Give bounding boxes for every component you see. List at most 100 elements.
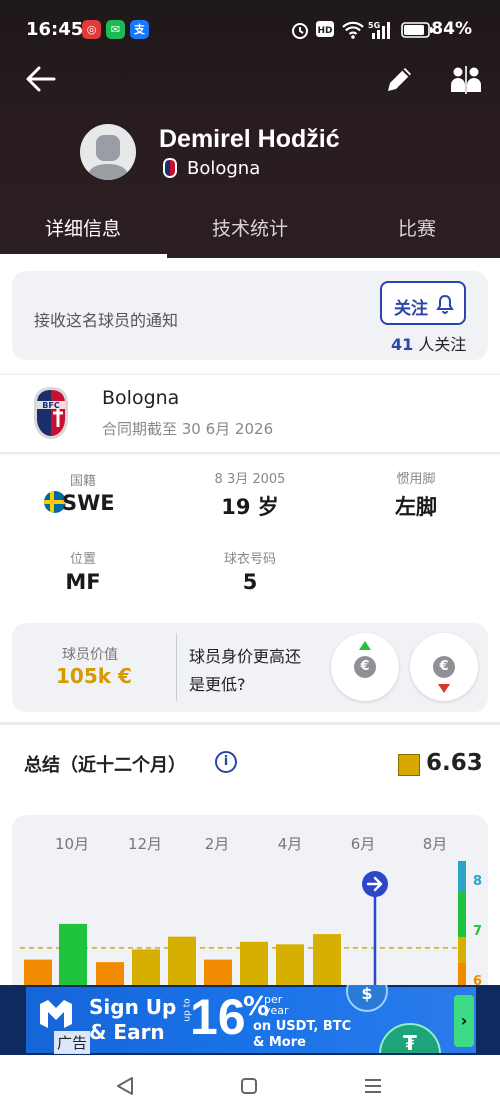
club-name: Bologna bbox=[102, 387, 180, 409]
ad-logo-icon bbox=[40, 1000, 72, 1028]
alarm-icon bbox=[292, 23, 308, 39]
ad-percent-value: 16 bbox=[190, 989, 246, 1045]
follow-label: 关注 bbox=[394, 299, 428, 319]
y-scale-label: 6 bbox=[473, 974, 482, 985]
tether-coin-icon: ₮ bbox=[379, 1023, 441, 1053]
shirt-number-value: 5 bbox=[242, 570, 258, 594]
ad-signup-text: Sign Up bbox=[89, 995, 177, 1019]
tab-details[interactable]: 详细信息 bbox=[0, 214, 166, 241]
follow-button[interactable]: 关注 bbox=[380, 281, 466, 325]
value-question-line2: 是更低? bbox=[189, 675, 246, 694]
edit-pencil-icon[interactable] bbox=[384, 63, 416, 95]
age-value: 19 岁 bbox=[221, 495, 279, 519]
followers-number: 41 bbox=[391, 335, 414, 354]
bologna-crest-icon bbox=[163, 158, 177, 178]
profile-tabs: 详细信息 技术统计 比赛 bbox=[0, 206, 500, 258]
x-tick-label: 2月 bbox=[205, 835, 230, 853]
svg-text:$: $ bbox=[361, 985, 372, 1003]
weibo-icon: ◎ bbox=[82, 20, 101, 39]
ad-tag: 广告 bbox=[54, 1031, 91, 1054]
vote-lower-button[interactable]: € bbox=[410, 633, 478, 701]
y-scale-label: 8 bbox=[473, 874, 482, 889]
preferred-foot-value: 左脚 bbox=[395, 495, 437, 519]
preferred-foot-label: 惯用脚 bbox=[396, 472, 436, 487]
svg-text:BFC: BFC bbox=[42, 401, 60, 410]
player-club: Bologna bbox=[187, 158, 261, 179]
rating-bar bbox=[168, 936, 196, 985]
position-label: 位置 bbox=[69, 552, 96, 567]
x-tick-label: 12月 bbox=[128, 835, 162, 853]
nav-home-icon[interactable] bbox=[240, 1077, 258, 1095]
wifi-icon bbox=[342, 21, 364, 39]
ad-year-text: year bbox=[264, 1004, 289, 1017]
rating-bar bbox=[59, 923, 87, 985]
position-value: MF bbox=[65, 570, 101, 594]
ad-more-text: & More bbox=[253, 1035, 306, 1050]
scale-segment bbox=[458, 861, 466, 891]
rating-bar bbox=[276, 944, 304, 985]
value-divider bbox=[176, 633, 177, 701]
signal-icon: 5G bbox=[368, 21, 390, 39]
rating-bar bbox=[24, 959, 52, 985]
ad-usdt-text: on USDT, BTC bbox=[253, 1019, 352, 1034]
summary-title: 总结（近十二个月） bbox=[24, 755, 186, 776]
arrow-down-icon bbox=[438, 684, 450, 693]
tab-matches[interactable]: 比赛 bbox=[334, 214, 500, 241]
status-bar: 16:45 ◎ ✉ 支 HD 5G 84% bbox=[0, 0, 500, 60]
rating-bar bbox=[132, 949, 160, 985]
euro-icon: € bbox=[354, 656, 376, 678]
nationality-label: 国籍 bbox=[69, 474, 96, 489]
nav-recents-icon[interactable] bbox=[364, 1077, 382, 1095]
ad-percent: 16 bbox=[190, 988, 246, 1046]
notification-text: 接收这名球员的通知 bbox=[34, 311, 179, 330]
tab-stats[interactable]: 技术统计 bbox=[167, 214, 333, 241]
shirt-number-label: 球衣号码 bbox=[223, 552, 276, 567]
rating-bar bbox=[204, 959, 232, 985]
rating-chart: 10月 12月 2月 4月 6月 8月 8 7 6 bbox=[20, 835, 482, 985]
scale-segment bbox=[458, 891, 466, 937]
nav-back-icon[interactable] bbox=[116, 1076, 134, 1096]
vote-higher-button[interactable]: € bbox=[331, 633, 399, 701]
rating-bar bbox=[313, 934, 341, 985]
player-avatar bbox=[80, 124, 136, 180]
divider bbox=[0, 452, 500, 453]
y-scale-label: 7 bbox=[473, 924, 482, 939]
alipay-icon: 支 bbox=[130, 20, 149, 39]
followers-count: 41 人关注 bbox=[391, 331, 466, 355]
average-rating: 6.63 bbox=[426, 750, 483, 776]
hd-icon: HD bbox=[316, 21, 334, 37]
ad-go-button[interactable]: › bbox=[454, 995, 474, 1047]
battery-level: 84% bbox=[431, 19, 472, 39]
arrow-up-icon bbox=[359, 641, 371, 650]
euro-icon: € bbox=[433, 656, 455, 678]
value-question: 球员身价更高还 是更低? bbox=[189, 643, 301, 699]
system-nav-bar bbox=[0, 1055, 500, 1117]
ad-earn-text: & Earn bbox=[89, 1020, 165, 1044]
scale-segment bbox=[458, 963, 466, 985]
battery-icon bbox=[401, 22, 433, 38]
nationality-value: SWE bbox=[62, 491, 115, 515]
svg-text:HD: HD bbox=[317, 26, 332, 36]
status-time: 16:45 bbox=[26, 19, 84, 40]
contract-expiry: 合同期截至 30 6月 2026 bbox=[102, 420, 274, 438]
svg-text:5G: 5G bbox=[368, 21, 380, 30]
value-question-line1: 球员身价更高还 bbox=[189, 647, 302, 666]
club-card[interactable] bbox=[0, 375, 500, 453]
info-icon[interactable]: i bbox=[215, 751, 237, 773]
rating-bar bbox=[96, 962, 124, 985]
back-arrow-icon[interactable] bbox=[24, 64, 58, 94]
avatar-placeholder-icon bbox=[86, 135, 130, 180]
birth-date: 8 3月 2005 bbox=[214, 472, 286, 487]
x-tick-label: 8月 bbox=[423, 835, 448, 853]
compare-players-icon[interactable] bbox=[450, 66, 482, 94]
player-name: Demirel Hodžić bbox=[159, 125, 340, 153]
coin-icon: $ bbox=[346, 985, 388, 1012]
x-tick-label: 4月 bbox=[278, 835, 303, 853]
svg-text:₮: ₮ bbox=[403, 1031, 417, 1053]
rating-color-square bbox=[398, 754, 420, 776]
x-tick-label: 10月 bbox=[55, 835, 89, 853]
market-value-amount: 105k € bbox=[56, 664, 132, 688]
bologna-crest-large: BFC bbox=[34, 387, 68, 439]
wechat-icon: ✉ bbox=[106, 20, 125, 39]
rating-bar bbox=[240, 941, 268, 985]
